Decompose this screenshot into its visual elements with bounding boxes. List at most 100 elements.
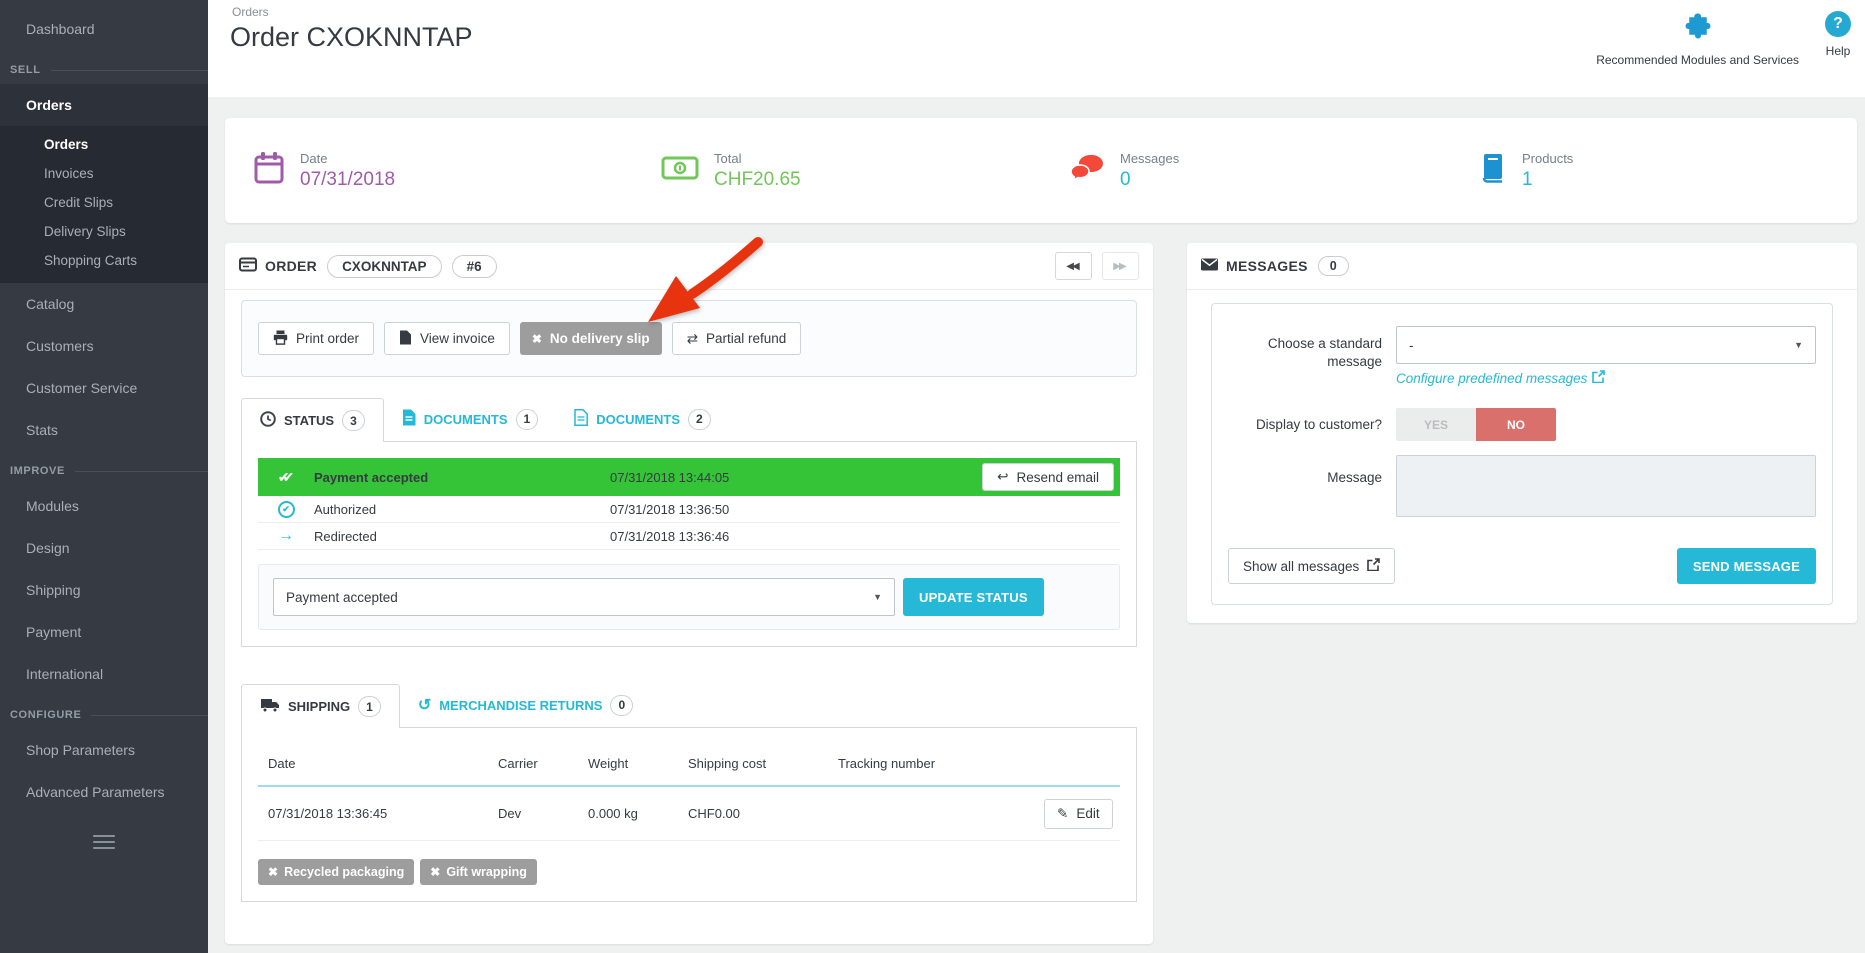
print-order-button[interactable]: Print order — [258, 322, 374, 355]
messages-panel-title: MESSAGES — [1201, 258, 1308, 274]
message-form: Choose a standard message - ▼ Configure … — [1211, 303, 1833, 605]
chevron-down-icon: ▼ — [873, 592, 882, 602]
sidebar-section-improve: IMPROVE — [0, 451, 208, 485]
arrow-right-icon: → — [278, 527, 294, 545]
sidebar-subitem-delivery-slips[interactable]: Delivery Slips — [0, 217, 208, 246]
sidebar-item-modules[interactable]: Modules — [0, 485, 208, 527]
documents-count-badge: 2 — [688, 409, 711, 430]
truck-icon — [260, 697, 280, 716]
view-invoice-button[interactable]: View invoice — [384, 322, 510, 355]
sidebar-item-advanced-parameters[interactable]: Advanced Parameters — [0, 771, 208, 813]
sidebar-item-international[interactable]: International — [0, 653, 208, 695]
sidebar-item-stats[interactable]: Stats — [0, 409, 208, 451]
breadcrumb[interactable]: Orders — [232, 5, 269, 19]
order-panel: ORDER CXOKNNTAP #6 ◀◀ ▶▶ Print order Vie… — [225, 243, 1153, 944]
transfer-icon: ⇄ — [687, 331, 698, 347]
sidebar-item-customers[interactable]: Customers — [0, 325, 208, 367]
status-tabs: STATUS 3 DOCUMENTS 1 DOCUMENTS 2 — [241, 397, 1137, 441]
shipping-count-badge: 1 — [358, 696, 381, 717]
sidebar-item-customer-service[interactable]: Customer Service — [0, 367, 208, 409]
puzzle-icon — [1683, 11, 1713, 46]
status-row: ✔ Authorized 07/31/2018 13:36:50 — [258, 496, 1120, 523]
toggle-no-button[interactable]: NO — [1476, 408, 1556, 441]
sidebar-item-orders[interactable]: Orders — [0, 84, 208, 126]
partial-refund-button[interactable]: ⇄ Partial refund — [672, 322, 802, 355]
column-header: Tracking number — [838, 756, 1044, 771]
close-icon: ✖ — [268, 865, 278, 879]
sidebar-section-sell: SELL — [0, 50, 208, 84]
shipping-weight: 0.000 kg — [588, 806, 688, 821]
status-date: 07/31/2018 13:36:50 — [610, 502, 1120, 517]
help-button[interactable]: ? Help — [1825, 11, 1851, 58]
shipping-tabs: SHIPPING 1 ↺ MERCHANDISE RETURNS 0 — [241, 683, 1137, 727]
sidebar-item-dashboard[interactable]: Dashboard — [0, 8, 208, 50]
sidebar-item-design[interactable]: Design — [0, 527, 208, 569]
edit-shipping-button[interactable]: ✎ Edit — [1044, 799, 1113, 829]
message-textarea[interactable] — [1396, 455, 1816, 517]
next-order-button[interactable]: ▶▶ — [1102, 252, 1139, 280]
close-icon: ✖ — [430, 865, 440, 879]
recommended-modules-label: Recommended Modules and Services — [1596, 53, 1799, 67]
gift-wrapping-badge: ✖ Gift wrapping — [420, 859, 537, 885]
reply-icon: ↩ — [997, 469, 1008, 485]
close-icon: ✖ — [532, 332, 542, 346]
tab-documents-1[interactable]: DOCUMENTS 1 — [384, 397, 556, 441]
kpi-total: Total CHF20.65 — [633, 151, 1041, 191]
update-status-bar: Payment accepted ▼ UPDATE STATUS — [258, 564, 1120, 630]
sidebar-subitem-shopping-carts[interactable]: Shopping Carts — [0, 246, 208, 275]
display-to-customer-toggle: YES NO — [1396, 408, 1556, 441]
shipping-cost: CHF0.00 — [688, 806, 838, 821]
shipping-table-header: Date Carrier Weight Shipping cost Tracki… — [258, 744, 1120, 787]
show-all-messages-button[interactable]: Show all messages — [1228, 548, 1395, 584]
standard-message-label: Choose a standard message — [1228, 326, 1396, 386]
help-label: Help — [1826, 44, 1851, 58]
sidebar-item-shipping[interactable]: Shipping — [0, 569, 208, 611]
sidebar-group-orders: Orders Orders Invoices Credit Slips Deli… — [0, 84, 208, 283]
recycled-packaging-badge: ✖ Recycled packaging — [258, 859, 414, 885]
configure-predefined-messages-link[interactable]: Configure predefined messages — [1396, 370, 1816, 386]
tab-shipping[interactable]: SHIPPING 1 — [241, 684, 400, 728]
previous-order-button[interactable]: ◀◀ — [1055, 252, 1092, 280]
sidebar-subitem-invoices[interactable]: Invoices — [0, 159, 208, 188]
help-icon: ? — [1825, 11, 1851, 37]
status-select[interactable]: Payment accepted ▼ — [273, 578, 895, 616]
order-panel-title: ORDER — [239, 257, 317, 275]
tab-merchandise-returns[interactable]: ↺ MERCHANDISE RETURNS 0 — [400, 683, 651, 727]
chevron-down-icon: ▼ — [1794, 340, 1803, 350]
column-header: Weight — [588, 756, 688, 771]
shipping-carrier: Dev — [498, 806, 588, 821]
status-count-badge: 3 — [342, 410, 365, 431]
calendar-icon — [253, 151, 285, 190]
pencil-icon: ✎ — [1057, 806, 1068, 822]
tab-documents-2[interactable]: DOCUMENTS 2 — [556, 397, 728, 441]
double-check-icon: ✔✔ — [278, 469, 294, 486]
send-message-button[interactable]: SEND MESSAGE — [1677, 548, 1816, 584]
collapse-menu-icon[interactable] — [93, 835, 115, 849]
status-tab-content: ✔✔ Payment accepted 07/31/2018 13:44:05 … — [241, 441, 1137, 647]
standard-message-select[interactable]: - ▼ — [1396, 326, 1816, 364]
tab-status[interactable]: STATUS 3 — [241, 398, 384, 442]
status-select-value: Payment accepted — [286, 590, 398, 605]
recommended-modules-button[interactable]: Recommended Modules and Services — [1596, 11, 1799, 67]
status-name: Payment accepted — [314, 470, 610, 485]
kpi-messages: Messages 0 — [1041, 151, 1449, 191]
sidebar-item-shop-parameters[interactable]: Shop Parameters — [0, 729, 208, 771]
sidebar-subitem-orders[interactable]: Orders — [0, 130, 208, 159]
toggle-yes-button[interactable]: YES — [1396, 408, 1476, 441]
page-title: Order CXOKNNTAP — [230, 22, 473, 53]
message-label: Message — [1228, 455, 1396, 522]
resend-email-button[interactable]: ↩ Resend email — [982, 463, 1114, 491]
shipping-date: 07/31/2018 13:36:45 — [258, 806, 498, 821]
update-status-button[interactable]: UPDATE STATUS — [903, 578, 1044, 616]
status-row-current: ✔✔ Payment accepted 07/31/2018 13:44:05 … — [258, 458, 1120, 496]
sidebar-item-catalog[interactable]: Catalog — [0, 283, 208, 325]
sidebar-submenu-orders: Orders Invoices Credit Slips Delivery Sl… — [0, 126, 208, 283]
column-header: Carrier — [498, 756, 588, 771]
order-card-icon — [239, 257, 257, 275]
printer-icon — [273, 330, 288, 348]
sidebar-item-payment[interactable]: Payment — [0, 611, 208, 653]
order-actions-bar: Print order View invoice ✖ No delivery s… — [241, 300, 1137, 377]
sidebar-subitem-credit-slips[interactable]: Credit Slips — [0, 188, 208, 217]
circled-check-icon: ✔ — [278, 501, 295, 518]
shipping-tab-content: Date Carrier Weight Shipping cost Tracki… — [241, 727, 1137, 902]
